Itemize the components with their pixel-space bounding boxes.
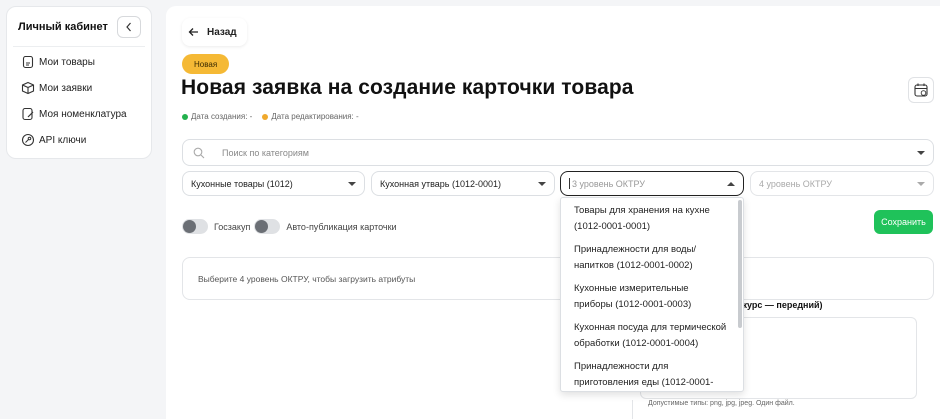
chevron-down-icon xyxy=(348,182,356,186)
created-date-label: Дата создания: - xyxy=(191,112,253,121)
chevron-up-icon xyxy=(727,182,735,186)
box-icon xyxy=(21,81,35,95)
search-icon xyxy=(193,147,205,158)
category-search-input[interactable]: Поиск по категориям xyxy=(182,139,934,166)
back-button[interactable]: Назад xyxy=(182,18,247,46)
oktru-level2-select[interactable]: Кухонная утварь (1012-0001) xyxy=(371,171,555,196)
dropdown-option[interactable]: Кухонные измерительные приборы (1012-000… xyxy=(561,277,743,316)
collapse-sidebar-button[interactable] xyxy=(117,15,141,38)
created-date: Дата создания: - xyxy=(182,112,252,121)
save-button[interactable]: Сохранить xyxy=(874,210,933,234)
select-placeholder: 3 уровень ОКТРУ xyxy=(572,178,646,189)
edit-document-icon xyxy=(22,107,34,121)
goszakup-label: Госзакуп xyxy=(214,221,251,232)
chevron-down-icon xyxy=(917,182,925,186)
autopublish-toggle[interactable] xyxy=(254,219,281,234)
dropdown-option[interactable]: Кухонная посуда для термической обработк… xyxy=(561,316,743,355)
sidebar-item-label: Моя номенклатура xyxy=(39,108,127,120)
meta-info: Дата создания: - Дата редактирования: - xyxy=(182,112,369,121)
edited-date-label: Дата редактирования: - xyxy=(271,112,359,121)
chevron-left-icon xyxy=(126,22,131,31)
main-panel: Назад Новая Новая заявка на создание кар… xyxy=(166,6,940,419)
attributes-panel: Выберите 4 уровень ОКТРУ, чтобы загрузит… xyxy=(182,257,934,300)
search-placeholder: Поиск по категориям xyxy=(222,147,309,158)
select-placeholder: 4 уровень ОКТРУ xyxy=(759,178,833,189)
divider xyxy=(632,400,633,419)
page-title: Новая заявка на создание карточки товара xyxy=(181,76,634,99)
calendar-button[interactable] xyxy=(908,77,934,103)
status-dot xyxy=(182,114,188,120)
goszakup-toggle[interactable] xyxy=(182,219,208,234)
sidebar-item-my-nomenclature[interactable]: Моя номенклатура xyxy=(7,101,151,127)
toggle-knob xyxy=(183,220,196,233)
sidebar: Личный кабинет Мои товары Мои заявки Моя… xyxy=(6,6,152,159)
sidebar-item-label: API ключи xyxy=(39,134,87,146)
dropdown-option[interactable]: Принадлежности для приготовления еды (10… xyxy=(561,355,743,391)
oktru-level3-dropdown: Товары для хранения на кухне (1012-0001-… xyxy=(560,197,744,392)
photo-upload-label: ракурс — передний) xyxy=(732,300,823,310)
sidebar-item-my-products[interactable]: Мои товары xyxy=(7,49,151,75)
select-value: Кухонные товары (1012) xyxy=(191,178,293,189)
sidebar-item-label: Мои товары xyxy=(39,56,95,68)
attributes-hint: Выберите 4 уровень ОКТРУ, чтобы загрузит… xyxy=(198,274,416,284)
sidebar-item-label: Мои заявки xyxy=(39,82,93,94)
edited-date: Дата редактирования: - xyxy=(262,112,359,121)
sidebar-item-my-requests[interactable]: Мои заявки xyxy=(7,75,151,101)
key-icon xyxy=(21,133,35,147)
calendar-icon xyxy=(914,83,928,97)
chevron-down-icon xyxy=(538,182,546,186)
document-icon xyxy=(22,55,34,69)
status-badge: Новая xyxy=(182,54,230,74)
oktru-level4-select: 4 уровень ОКТРУ xyxy=(750,171,934,196)
autopublish-label: Авто-публикация карточки xyxy=(286,221,397,232)
sidebar-title: Личный кабинет xyxy=(18,20,108,33)
sidebar-header: Личный кабинет xyxy=(13,7,145,47)
back-button-label: Назад xyxy=(207,26,237,38)
dropdown-scrollbar[interactable] xyxy=(738,200,742,328)
chevron-down-icon xyxy=(917,151,925,155)
toggle-knob xyxy=(255,220,269,233)
sidebar-item-api-keys[interactable]: API ключи xyxy=(7,127,151,153)
dropdown-option[interactable]: Товары для хранения на кухне (1012-0001-… xyxy=(561,198,743,238)
select-value: Кухонная утварь (1012-0001) xyxy=(380,178,502,189)
oktru-level3-select[interactable]: 3 уровень ОКТРУ xyxy=(560,171,744,196)
toggle-row: Госзакуп Авто-публикация карточки xyxy=(182,219,401,234)
oktru-level1-select[interactable]: Кухонные товары (1012) xyxy=(182,171,365,196)
text-cursor xyxy=(569,178,570,189)
status-dot xyxy=(262,114,269,120)
arrow-left-icon xyxy=(188,28,198,36)
dropdown-option[interactable]: Принадлежности для воды/напитков (1012-0… xyxy=(561,238,743,277)
photo-types-hint: Допустимые типы: png, jpg, jpeg. Один фа… xyxy=(648,400,795,407)
